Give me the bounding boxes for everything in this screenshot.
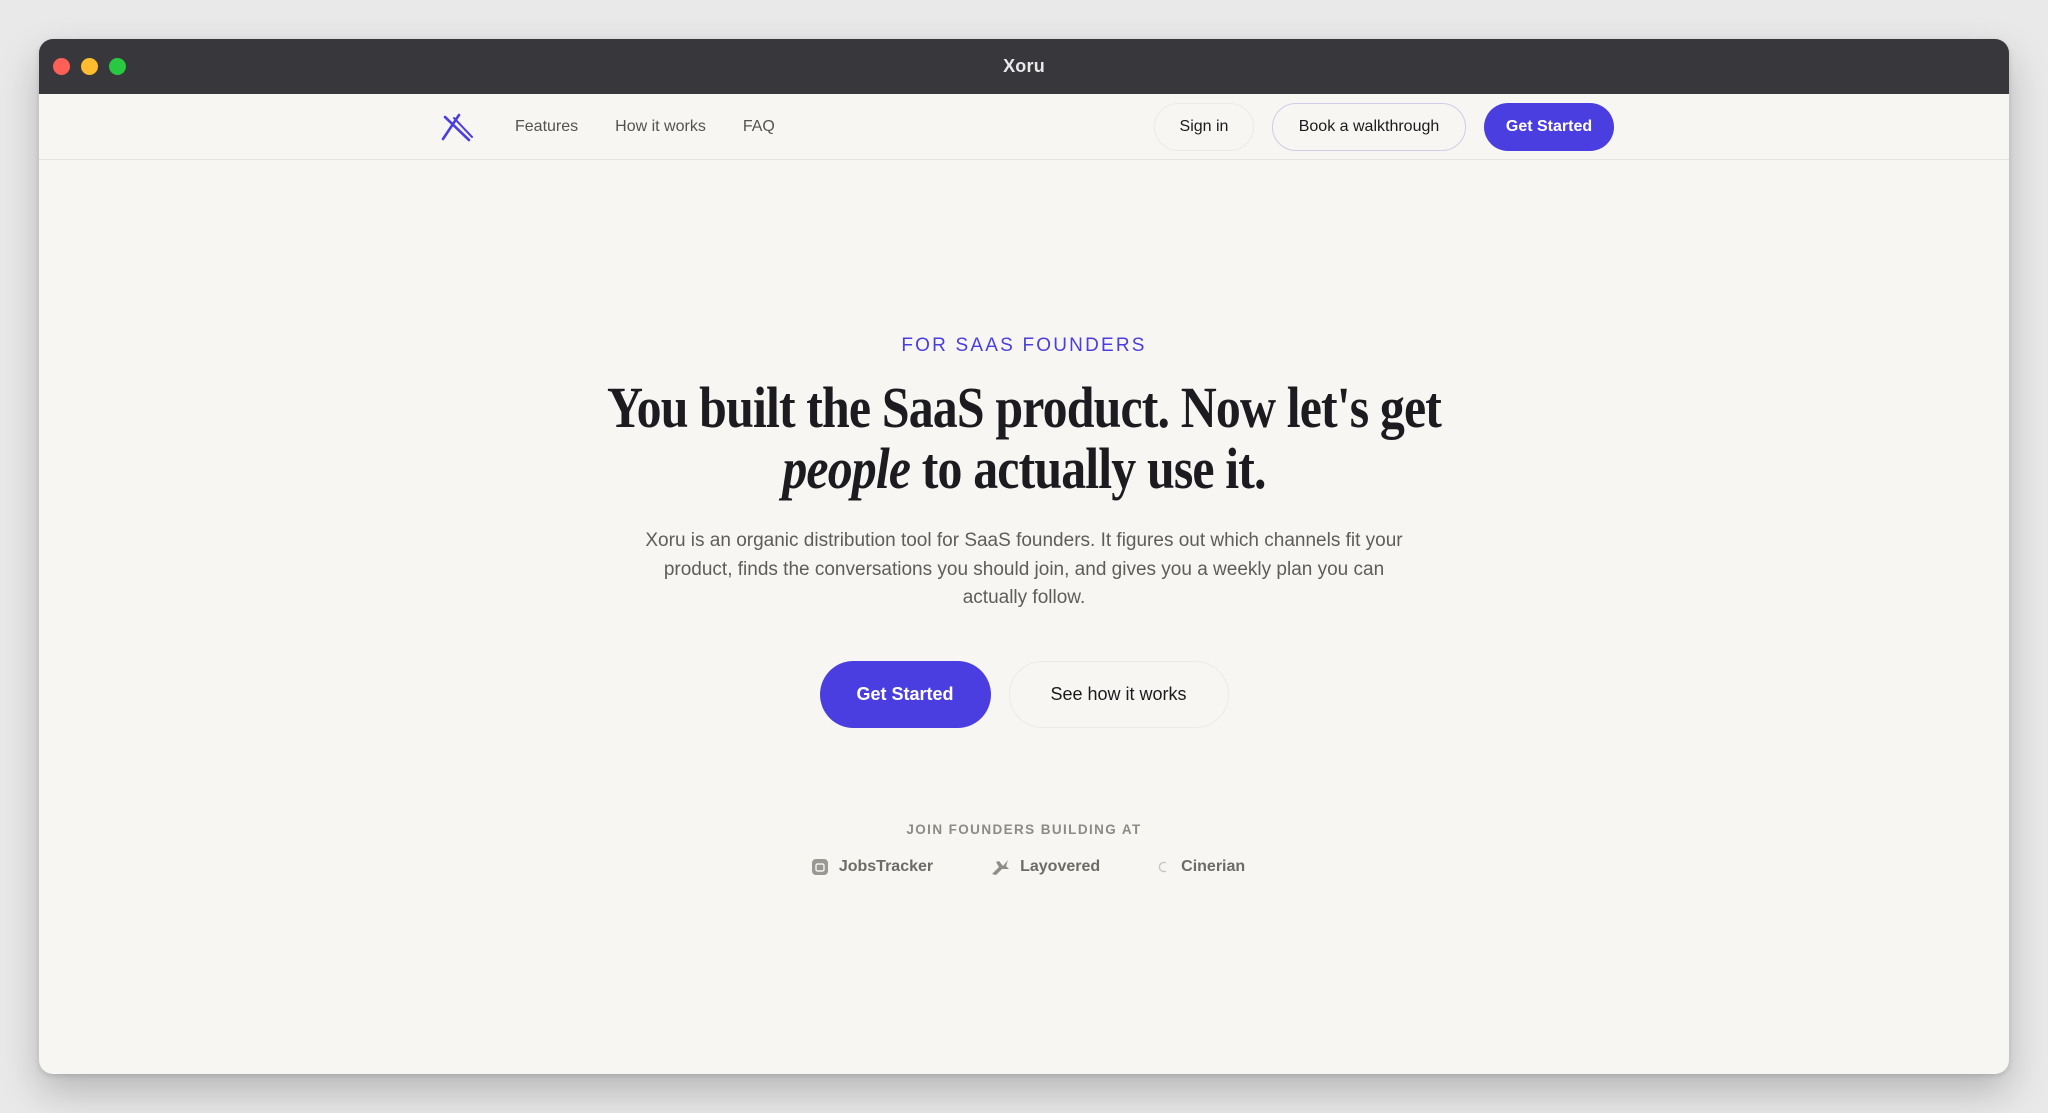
company-name: Cinerian [1181,857,1246,875]
nav-links: Features How it works FAQ [515,94,775,160]
hero-headline: You built the SaaS product. Now let's ge… [551,377,1497,499]
window-controls [53,58,126,75]
headline-text-start: You built the SaaS product. Now let's ge… [606,375,1442,440]
hero-subtext: Xoru is an organic distribution tool for… [645,530,1403,608]
minimize-window-button[interactable] [81,58,98,75]
hero-section: FOR SAAS FOUNDERS You built the SaaS pro… [39,160,2009,876]
social-proof-label: JOIN FOUNDERS BUILDING AT [906,821,1142,837]
see-how-it-works-button[interactable]: See how it works [1008,660,1229,728]
company-name: JobsTracker [838,857,934,875]
layovered-logo-icon [992,859,1010,875]
hero-get-started-button[interactable]: Get Started [819,660,991,728]
xoru-logo-icon[interactable] [439,109,475,143]
close-window-button[interactable] [53,58,70,75]
nav-link-features[interactable]: Features [515,118,578,136]
jobstracker-logo-icon [811,858,828,875]
company-logo-cinerian: Cinerian [1157,858,1245,876]
hero-cta-row: Get Started See how it works [39,660,2009,728]
top-navbar: Features How it works FAQ Sign in Book a… [39,94,2009,160]
nav-link-how-it-works[interactable]: How it works [615,118,706,136]
book-walkthrough-button[interactable]: Book a walkthrough [1272,103,1466,151]
company-logo-layovered: Layovered [990,858,1100,876]
cinerian-logo-icon [1158,861,1167,872]
nav-get-started-button[interactable]: Get Started [1484,103,1614,151]
company-logo-jobstracker: JobsTracker [811,858,933,876]
maximize-window-button[interactable] [109,58,126,75]
company-name: Layovered [1020,857,1101,875]
window-titlebar: Xoru [39,39,2009,94]
nav-actions: Sign in Book a walkthrough Get Started [1154,103,1614,151]
hero-eyebrow: FOR SAAS FOUNDERS [901,335,1147,356]
sign-in-button[interactable]: Sign in [1154,103,1254,151]
company-logos: JobsTracker Layovered Cinerian [39,858,2009,876]
browser-window: Xoru Features How it works FAQ Sign in B… [39,39,2009,1074]
headline-text-end: to actually use it. [910,436,1267,501]
headline-emphasis: people [782,436,911,501]
nav-link-faq[interactable]: FAQ [743,118,775,136]
window-title: Xoru [1003,56,1045,76]
